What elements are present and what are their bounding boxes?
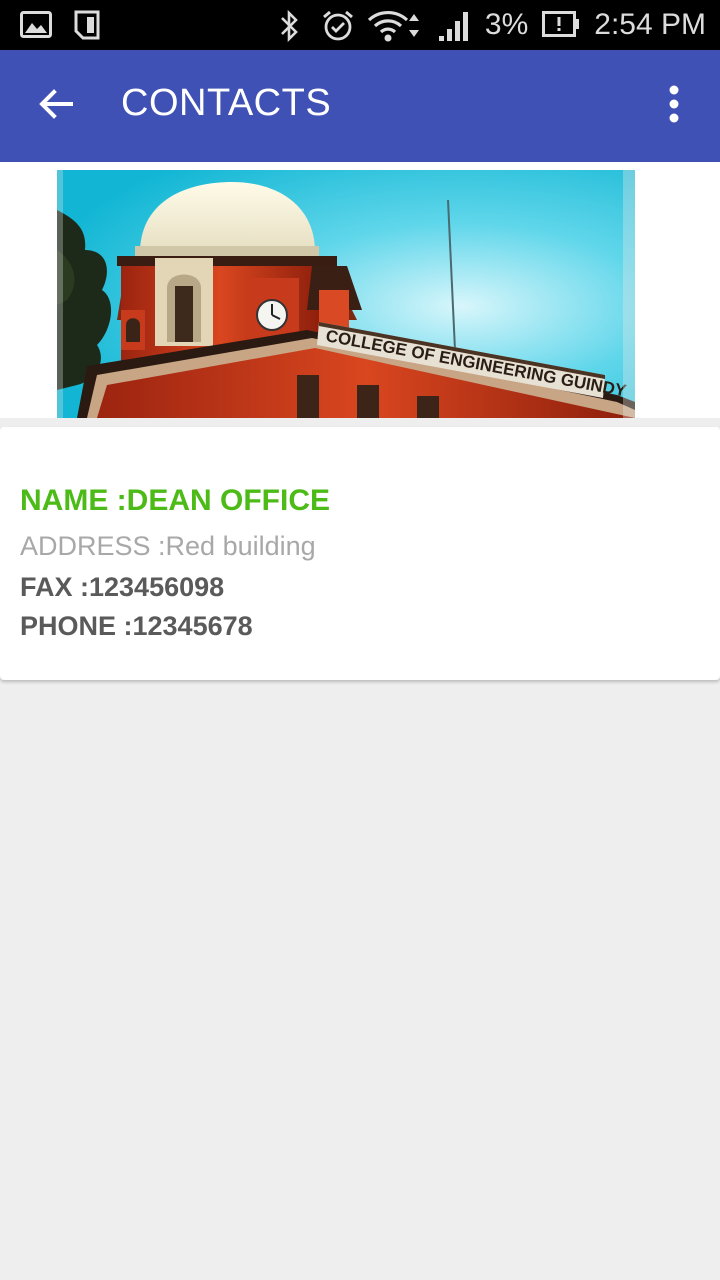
arrow-back-icon bbox=[37, 85, 75, 128]
contact-name: NAME :DEAN OFFICE bbox=[20, 484, 330, 517]
battery-percent: 3% bbox=[484, 8, 529, 41]
signal-icon bbox=[437, 9, 471, 41]
alarm-icon bbox=[321, 9, 353, 41]
battery-alert-icon bbox=[542, 9, 580, 41]
contact-phone: PHONE :12345678 bbox=[20, 611, 253, 641]
overflow-menu-button[interactable] bbox=[654, 84, 694, 128]
bluetooth-icon bbox=[275, 9, 307, 43]
status-bar: 3% 2:54 PM bbox=[0, 0, 720, 50]
back-button[interactable] bbox=[28, 78, 84, 134]
sim-card-icon bbox=[72, 9, 104, 41]
app-bar: CONTACTS bbox=[0, 50, 720, 162]
banner: COLLEGE OF ENGINEERING GUINDY bbox=[0, 162, 720, 418]
contact-address: ADDRESS :Red building bbox=[20, 531, 316, 561]
more-vert-icon bbox=[668, 85, 680, 128]
contact-card[interactable]: NAME :DEAN OFFICE ADDRESS :Red building … bbox=[0, 427, 720, 680]
wifi-icon bbox=[367, 9, 423, 42]
gallery-icon bbox=[20, 9, 52, 41]
clock: 2:54 PM bbox=[594, 8, 706, 41]
college-building-image: COLLEGE OF ENGINEERING GUINDY bbox=[57, 170, 635, 418]
contact-fax: FAX :123456098 bbox=[20, 572, 225, 602]
page-title: CONTACTS bbox=[121, 82, 332, 124]
